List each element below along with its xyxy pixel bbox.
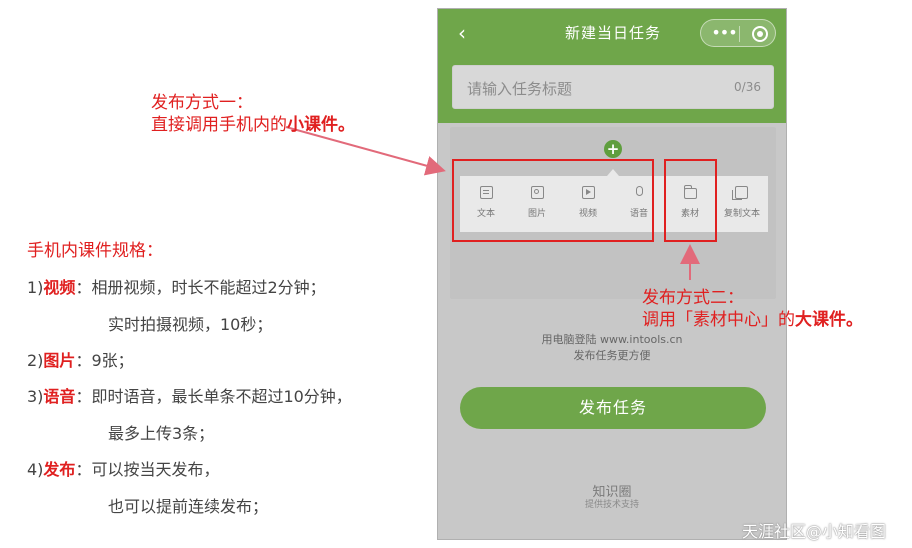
spec-num: 1) — [27, 278, 44, 297]
spec-item-publish-cont: 也可以提前连续发布； — [108, 497, 269, 516]
method2-annotation: 发布方式二： 调用「素材中心」的大课件。 — [642, 287, 863, 331]
spec-item-video-cont: 实时拍摄视频，10秒； — [108, 315, 273, 334]
method2-title: 发布方式二： — [642, 288, 744, 308]
spec-key: 视频 — [43, 278, 76, 297]
spec-item-voice-cont: 最多上传3条； — [108, 424, 215, 443]
method2-bold: 大课件。 — [795, 310, 863, 330]
spec-num: 3) — [27, 387, 44, 406]
spec-text: ：即时语音，最长单条不超过10分钟， — [75, 387, 352, 406]
spec-item-video: 1)视频：相册视频，时长不能超过2分钟； — [27, 274, 326, 298]
watermark: 天涯社区@小知看图 — [742, 522, 887, 541]
spec-item-image: 2)图片：9张； — [27, 347, 134, 371]
spec-num: 4) — [27, 460, 44, 479]
slide: ‹ 新建当日任务 ••• 请输入任务标题 0/36 + 文本 图片 视频 语音 … — [0, 0, 912, 548]
spec-text: ：相册视频，时长不能超过2分钟； — [75, 278, 326, 297]
spec-key: 图片 — [43, 351, 76, 370]
method1-desc-line: 直接调用手机内的小课件。 — [151, 114, 355, 136]
spec-text: ：9张； — [75, 351, 134, 370]
method1-annotation: 发布方式一： 直接调用手机内的小课件。 — [151, 92, 355, 136]
method1-bold: 小课件。 — [287, 115, 355, 135]
method2-desc-line: 调用「素材中心」的大课件。 — [642, 309, 863, 331]
spec-key: 发布 — [43, 460, 76, 479]
spec-item-publish: 4)发布：可以按当天发布， — [27, 456, 219, 480]
spec-key: 语音 — [43, 387, 76, 406]
method1-title: 发布方式一： — [151, 93, 253, 113]
method1-desc: 直接调用手机内的 — [151, 115, 287, 135]
spec-text: ：可以按当天发布， — [75, 460, 220, 479]
spec-num: 2) — [27, 351, 44, 370]
specs-title: 手机内课件规格： — [27, 241, 163, 261]
method2-desc: 调用「素材中心」的 — [642, 310, 795, 330]
spec-item-voice: 3)语音：即时语音，最长单条不超过10分钟， — [27, 383, 352, 407]
